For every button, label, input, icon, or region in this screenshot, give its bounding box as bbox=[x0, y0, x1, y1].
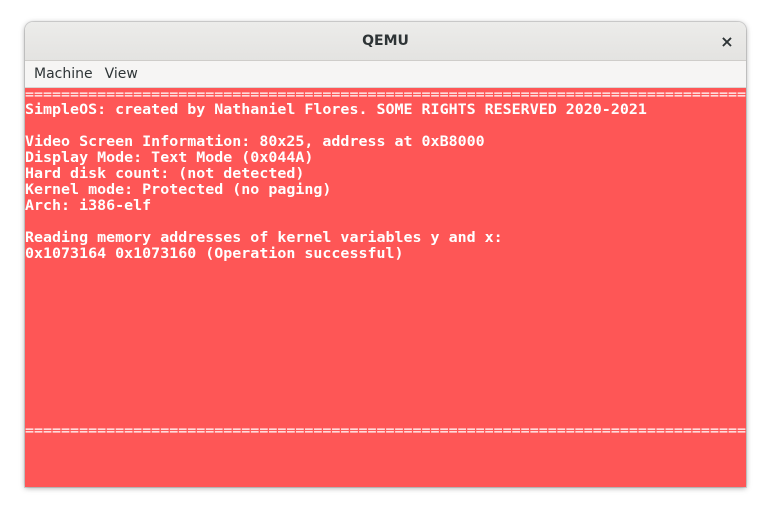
close-icon[interactable]: × bbox=[716, 30, 738, 52]
title-bar[interactable]: QEMU × bbox=[25, 22, 746, 61]
window-title: QEMU bbox=[362, 33, 409, 49]
screen-line-9: Reading memory addresses of kernel varia… bbox=[25, 230, 503, 246]
vga-text-screen[interactable]: ========================================… bbox=[25, 88, 746, 487]
screen-line-4: Display Mode: Text Mode (0x044A) bbox=[25, 150, 314, 166]
screen-line-5: Hard disk count: (not detected) bbox=[25, 166, 305, 182]
screen-line-3: Video Screen Information: 80x25, address… bbox=[25, 134, 485, 150]
screen-line-10: 0x1073164 0x1073160 (Operation successfu… bbox=[25, 246, 404, 262]
menu-machine[interactable]: Machine bbox=[28, 63, 99, 85]
menu-bar: Machine View bbox=[25, 61, 746, 88]
screen-line-1: SimpleOS: created by Nathaniel Flores. S… bbox=[25, 102, 647, 118]
screen-line-6: Kernel mode: Protected (no paging) bbox=[25, 182, 332, 198]
qemu-window: QEMU × Machine View ====================… bbox=[25, 22, 746, 487]
menu-view[interactable]: View bbox=[99, 63, 144, 85]
top-divider: ========================================… bbox=[25, 88, 746, 103]
screen-line-7: Arch: i386-elf bbox=[25, 198, 152, 214]
bottom-divider: ========================================… bbox=[25, 423, 746, 439]
